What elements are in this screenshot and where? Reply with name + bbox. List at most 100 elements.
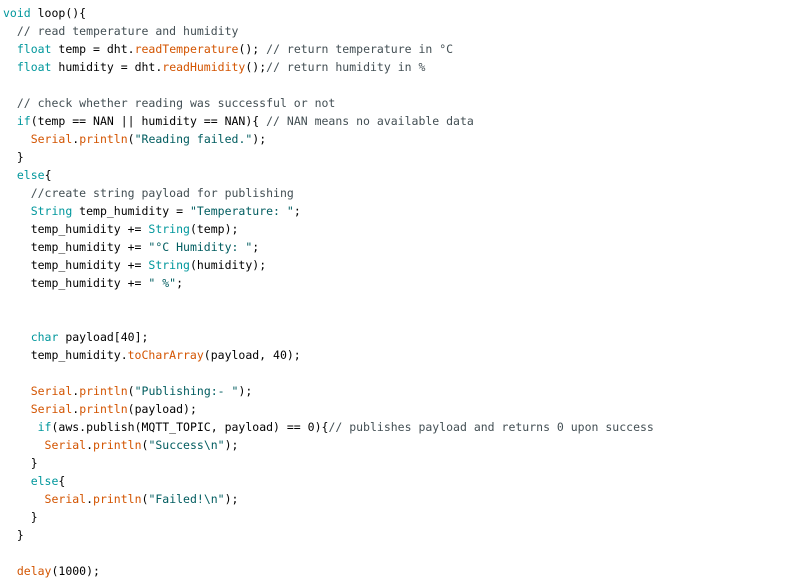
code-line[interactable] xyxy=(3,292,793,310)
code-keyword: String xyxy=(148,222,190,236)
code-function: println xyxy=(79,402,128,416)
code-text: . xyxy=(86,492,94,506)
code-line[interactable]: else{ xyxy=(3,472,793,490)
code-line[interactable]: Serial.println("Publishing:- "); xyxy=(3,382,793,400)
code-function: println xyxy=(93,492,142,506)
code-string: "Temperature: " xyxy=(189,204,294,218)
code-comment: // read temperature and humidity xyxy=(16,24,239,38)
code-line[interactable]: // check whether reading was successful … xyxy=(3,94,793,112)
code-comment: // return temperature in °C xyxy=(266,42,454,56)
code-comment: //create string payload for publishing xyxy=(30,186,294,200)
code-string: "Publishing:- " xyxy=(134,384,239,398)
code-line[interactable]: if(temp == NAN || humidity == NAN){ // N… xyxy=(3,112,793,130)
code-text: } xyxy=(3,510,38,524)
code-line[interactable] xyxy=(3,76,793,94)
code-comment: // check whether reading was successful … xyxy=(16,96,336,110)
code-line[interactable]: temp_humidity += "°C Humidity: "; xyxy=(3,238,793,256)
code-comment: // publishes payload and returns 0 upon … xyxy=(328,420,654,434)
code-line[interactable]: Serial.println("Success\n"); xyxy=(3,436,793,454)
code-text: ; xyxy=(252,240,260,254)
code-function: toCharArray xyxy=(127,348,204,362)
code-line[interactable]: char payload[40]; xyxy=(3,328,793,346)
code-line[interactable]: temp_humidity += " %"; xyxy=(3,274,793,292)
code-line[interactable]: if(aws.publish(MQTT_TOPIC, payload) == 0… xyxy=(3,418,793,436)
code-line[interactable]: else{ xyxy=(3,166,793,184)
code-text: } xyxy=(3,528,24,542)
code-editor[interactable]: void loop(){ // read temperature and hum… xyxy=(3,4,793,582)
code-string: " %" xyxy=(148,276,177,290)
code-keyword: if xyxy=(37,420,52,434)
code-text: } xyxy=(3,456,38,470)
code-line[interactable]: // read temperature and humidity xyxy=(3,22,793,40)
code-line[interactable]: Serial.println("Reading failed."); xyxy=(3,130,793,148)
code-text: (payload, 40); xyxy=(203,348,301,362)
code-line[interactable]: temp_humidity += String(temp); xyxy=(3,220,793,238)
code-function: delay xyxy=(16,564,52,578)
code-text: loop(){ xyxy=(30,6,87,20)
code-text: (1000); xyxy=(51,564,100,578)
code-text: ( xyxy=(127,132,135,146)
code-text: (temp); xyxy=(189,222,239,236)
code-text: (humidity); xyxy=(189,258,267,272)
code-line[interactable]: Serial.println("Failed!\n"); xyxy=(3,490,793,508)
code-function: println xyxy=(93,438,142,452)
code-text: ); xyxy=(238,384,253,398)
code-text: (); xyxy=(245,60,267,74)
code-line[interactable]: } xyxy=(3,526,793,544)
code-line[interactable]: } xyxy=(3,454,793,472)
code-text: temp_humidity += xyxy=(3,276,149,290)
code-line[interactable]: String temp_humidity = "Temperature: "; xyxy=(3,202,793,220)
code-keyword: float xyxy=(16,60,52,74)
code-keyword: char xyxy=(30,330,59,344)
code-line[interactable]: //create string payload for publishing xyxy=(3,184,793,202)
code-line[interactable]: delay(1000); xyxy=(3,562,793,580)
code-text: { xyxy=(44,168,52,182)
code-line[interactable] xyxy=(3,310,793,328)
code-line[interactable]: } xyxy=(3,508,793,526)
code-function: Serial xyxy=(44,492,87,506)
code-text: ); xyxy=(252,132,267,146)
code-function: Serial xyxy=(30,384,73,398)
code-line[interactable] xyxy=(3,544,793,562)
code-function: Serial xyxy=(30,402,73,416)
code-text: temp_humidity += xyxy=(3,258,149,272)
code-line[interactable]: Serial.println(payload); xyxy=(3,400,793,418)
code-line[interactable]: temp_humidity.toCharArray(payload, 40); xyxy=(3,346,793,364)
code-line[interactable] xyxy=(3,364,793,382)
code-function: println xyxy=(79,384,128,398)
code-text: temp_humidity = xyxy=(72,204,190,218)
code-text: (temp == NAN || humidity == NAN){ xyxy=(30,114,267,128)
code-function: Serial xyxy=(44,438,87,452)
code-text: } xyxy=(3,150,24,164)
code-text: payload[40]; xyxy=(58,330,149,344)
code-line[interactable]: void loop(){ xyxy=(3,4,793,22)
code-line[interactable]: float temp = dht.readTemperature(); // r… xyxy=(3,40,793,58)
code-text: (payload); xyxy=(127,402,197,416)
code-function: println xyxy=(79,132,128,146)
code-text: . xyxy=(86,438,94,452)
code-text: ); xyxy=(224,492,239,506)
code-text: ( xyxy=(127,384,135,398)
code-keyword: if xyxy=(16,114,31,128)
code-function: Serial xyxy=(30,132,73,146)
code-keyword: String xyxy=(30,204,73,218)
code-string: "°C Humidity: " xyxy=(148,240,253,254)
code-text: temp = dht. xyxy=(51,42,135,56)
code-string: "Failed!\n" xyxy=(148,492,225,506)
code-line[interactable]: } xyxy=(3,148,793,166)
code-text: humidity = dht. xyxy=(51,60,163,74)
code-comment: // return humidity in % xyxy=(266,60,426,74)
code-text: ; xyxy=(293,204,301,218)
code-line[interactable]: temp_humidity += String(humidity); xyxy=(3,256,793,274)
code-line[interactable]: float humidity = dht.readHumidity();// r… xyxy=(3,58,793,76)
